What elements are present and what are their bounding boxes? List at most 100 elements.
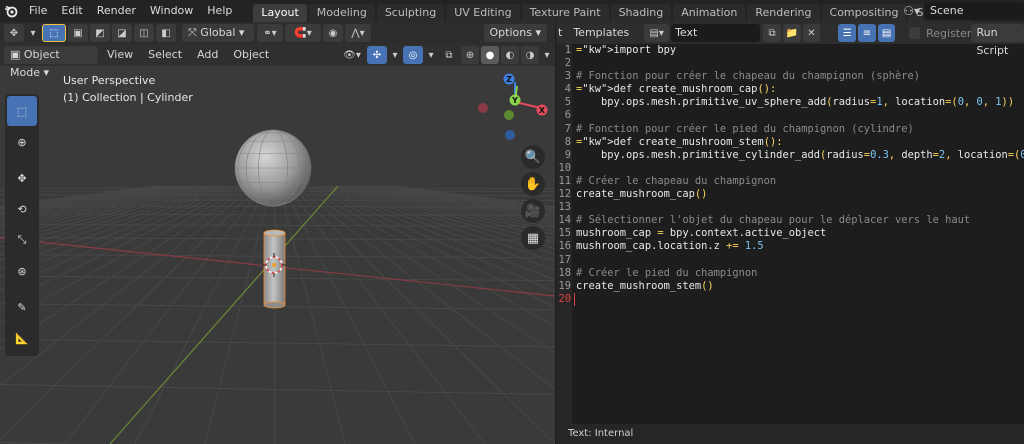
tab-layout[interactable]: Layout (253, 4, 307, 22)
code-line[interactable]: 12 create_mushroom_cap() (556, 188, 1024, 201)
wireframe-shading-icon[interactable]: ⊕ (461, 46, 479, 64)
tab-animation[interactable]: Animation (673, 4, 746, 22)
code-line[interactable]: 3 # Fonction pour créer le chapeau du cha… (556, 70, 1024, 83)
scene-field[interactable]: Scene (924, 2, 1024, 20)
code-line[interactable]: 11 # Créer le chapeau du champignon (556, 175, 1024, 188)
gizmo-chevron-icon[interactable]: ▾ (389, 46, 401, 64)
rotate-tool-icon[interactable]: ⟲ (7, 194, 37, 224)
mode-dropdown[interactable]: ▣ Object Mode ▾ (4, 46, 98, 79)
code-line[interactable]: 19 create_mushroom_stem() (556, 280, 1024, 293)
run-script-button[interactable]: Run Script (971, 24, 1024, 57)
perspective-toggle-icon[interactable]: ▦ (521, 226, 545, 250)
overlays-icon[interactable]: ◎ (403, 46, 423, 64)
dropdown-chevron-icon[interactable]: ▾ (26, 24, 40, 42)
code-line[interactable]: 15 mushroom_cap = bpy.context.active_obje… (556, 227, 1024, 240)
code-line[interactable]: 17 (556, 254, 1024, 267)
unlink-text-icon[interactable]: ✕ (802, 24, 821, 42)
annotate-tool-icon[interactable]: ✎ (7, 292, 37, 322)
select-box-icon[interactable]: ⬚ (7, 96, 37, 126)
word-wrap-icon[interactable]: ≡ (858, 24, 876, 42)
navigation-gizmo[interactable]: Z Y X (475, 72, 555, 162)
viewport-menu-view[interactable]: View (101, 46, 139, 64)
viewport-menu-object[interactable]: Object (227, 46, 275, 64)
code-line[interactable]: 1 ="kw">import bpy (556, 44, 1024, 57)
register-label: Register (926, 26, 972, 40)
code-line[interactable]: 13 (556, 201, 1024, 214)
falloff-icon[interactable]: ⋀▾ (345, 24, 371, 42)
visibility-icon[interactable]: 👁▾ (339, 46, 365, 64)
menu-edit[interactable]: Edit (54, 0, 89, 22)
viewport-menu-add[interactable]: Add (191, 46, 224, 64)
xray-icon[interactable]: ⧉ (439, 46, 459, 64)
solid-shading-icon[interactable]: ● (481, 46, 499, 64)
cursor-tool-icon[interactable]: ⊕ (7, 127, 37, 157)
code-line[interactable]: 18 # Créer le pied du champignon (556, 267, 1024, 280)
shading-chevron-icon[interactable]: ▾ (541, 46, 553, 64)
proportional-edit-icon[interactable]: ◉ (323, 24, 343, 42)
menu-help[interactable]: Help (200, 0, 239, 22)
pan-hand-icon[interactable]: ✋ (521, 172, 545, 196)
gizmo-icon[interactable]: ✣ (367, 46, 387, 64)
tab-compositing[interactable]: Compositing (821, 4, 907, 22)
code-line[interactable]: 8 ="kw">def create_mushroom_stem(): (556, 136, 1024, 149)
menu-render[interactable]: Render (90, 0, 143, 22)
code-line[interactable]: 10 (556, 162, 1024, 175)
tab-sculpting[interactable]: Sculpting (376, 4, 445, 22)
3d-viewport[interactable]: ✥ ▾ ⬚ ▣ ◩ ◪ ◫ ◧ ⤧ Global ▾ ⚭▾ 🧲▾ ◉ ⋀▾ Op… (0, 22, 555, 444)
register-checkbox[interactable] (909, 27, 921, 39)
editor-menu-fragment[interactable]: t (556, 24, 564, 42)
line-number: 2 (564, 57, 571, 70)
move-tool-icon[interactable]: ✥ (7, 163, 37, 193)
tab-rendering[interactable]: Rendering (747, 4, 820, 22)
duplicate-text-icon[interactable]: ⧉ (763, 24, 781, 42)
options-dropdown[interactable]: Options ▾ (483, 24, 547, 42)
code-line[interactable]: 2 (556, 57, 1024, 70)
select-mode-extend-icon[interactable]: ◩ (90, 24, 110, 42)
menu-window[interactable]: Window (143, 0, 200, 22)
tab-shading[interactable]: Shading (610, 4, 672, 22)
snap-icon[interactable]: 🧲▾ (285, 24, 321, 42)
open-folder-icon[interactable]: 📁 (782, 24, 801, 42)
templates-menu[interactable]: Templates (567, 24, 635, 42)
code-line[interactable]: 20 (556, 292, 1024, 306)
code-line[interactable]: 5 bpy.ops.mesh.primitive_uv_sphere_add(r… (556, 96, 1024, 109)
select-mode-subtract-icon[interactable]: ◪ (112, 24, 132, 42)
overlays-chevron-icon[interactable]: ▾ (425, 46, 437, 64)
code-line[interactable]: 9 bpy.ops.mesh.primitive_cylinder_add(ra… (556, 149, 1024, 162)
zoom-icon[interactable]: 🔍 (521, 145, 545, 169)
select-mode-intersect-icon[interactable]: ◧ (156, 24, 176, 42)
tab-uv-editing[interactable]: UV Editing (446, 4, 520, 22)
select-mode-invert-icon[interactable]: ◫ (134, 24, 154, 42)
code-area[interactable]: 1 ="kw">import bpy 2 3 # Fonction pour créer… (556, 44, 1024, 306)
line-numbers-icon[interactable]: ☰ (838, 24, 857, 42)
select-box-tool-icon[interactable]: ⬚ (42, 24, 66, 42)
text-editor-header: t Templates ▤▾ Text ⧉ 📁 ✕ ☰ ≡ ▤ Register… (556, 22, 1024, 57)
menu-file[interactable]: File (22, 0, 54, 22)
text-browse-icon[interactable]: ▤▾ (644, 24, 670, 42)
tab-modeling[interactable]: Modeling (308, 4, 375, 22)
code-line[interactable]: 16 mushroom_cap.location.z += 1.5 (556, 240, 1024, 253)
tab-texture-paint[interactable]: Texture Paint (521, 4, 609, 22)
code-line[interactable]: 7 # Fonction pour créer le pied du champi… (556, 123, 1024, 136)
blender-logo-icon[interactable] (0, 0, 22, 22)
scale-tool-icon[interactable]: ⤡ (7, 225, 37, 255)
rendered-shading-icon[interactable]: ◑ (521, 46, 539, 64)
material-shading-icon[interactable]: ◐ (501, 46, 519, 64)
camera-icon[interactable]: 🎥 (521, 199, 545, 223)
syntax-highlight-icon[interactable]: ▤ (877, 24, 896, 42)
text-name-field[interactable]: Text (671, 24, 761, 42)
sphere-object[interactable] (234, 129, 312, 207)
code-line[interactable]: 4 ="kw">def create_mushroom_cap(): (556, 83, 1024, 96)
scene-icon[interactable]: ⚇▾ (903, 4, 920, 18)
transform-tool-icon[interactable]: ⊛ (7, 256, 37, 286)
code-text: bpy.ops.mesh.primitive_cylinder_add(radi… (576, 148, 1024, 161)
transform-orientation-dropdown[interactable]: ⤧ Global ▾ (182, 24, 254, 42)
select-mode-new-icon[interactable]: ▣ (68, 24, 88, 42)
editor-type-icon[interactable]: ✥ (4, 24, 24, 42)
pivot-point-icon[interactable]: ⚭▾ (257, 24, 283, 42)
viewport-grid (0, 129, 555, 444)
code-line[interactable]: 14 # Sélectionner l'objet du chapeau pour… (556, 214, 1024, 227)
viewport-menu-select[interactable]: Select (142, 46, 188, 64)
code-line[interactable]: 6 (556, 109, 1024, 122)
measure-tool-icon[interactable]: 📐 (7, 323, 37, 353)
